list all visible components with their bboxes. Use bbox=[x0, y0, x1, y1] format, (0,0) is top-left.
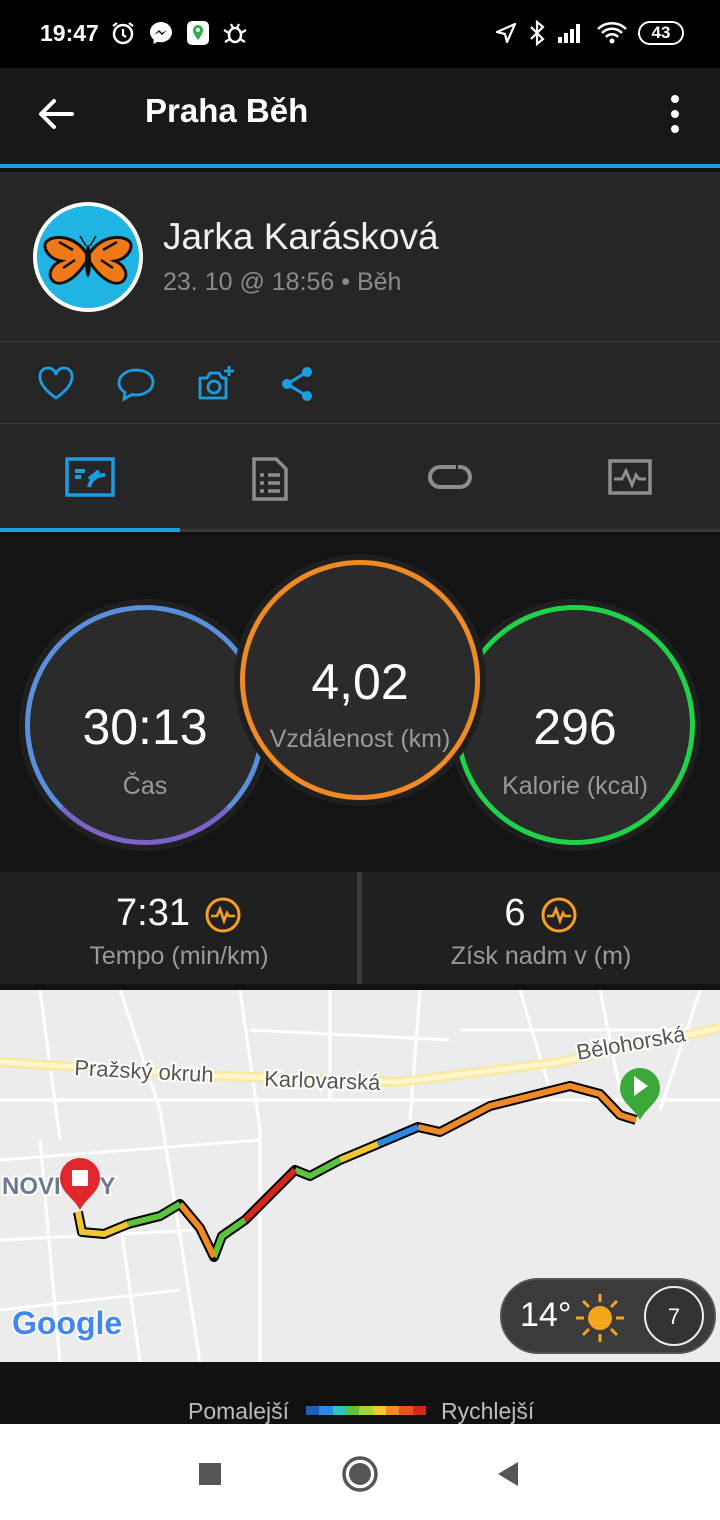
overview-icon bbox=[65, 456, 115, 497]
chart-icon bbox=[608, 458, 652, 495]
details-icon bbox=[252, 456, 288, 501]
status-bar: 19:47 43 bbox=[0, 0, 720, 68]
wifi-icon bbox=[597, 22, 627, 44]
messenger-icon bbox=[150, 22, 172, 44]
time-stat: 30:13 Čas bbox=[25, 605, 265, 845]
sun-icon bbox=[576, 1294, 624, 1342]
calories-value: 296 bbox=[533, 699, 617, 755]
heart-rate-icon bbox=[205, 897, 241, 933]
legend-color-swatch bbox=[345, 1406, 360, 1415]
temperature: 14° bbox=[520, 1296, 572, 1334]
home-icon[interactable] bbox=[340, 1454, 380, 1494]
legend-color-swatch bbox=[332, 1406, 346, 1415]
user-name: Jarka Karásková bbox=[163, 216, 439, 257]
share-icon[interactable] bbox=[277, 364, 317, 404]
legend-color-swatch bbox=[385, 1406, 400, 1415]
more-vert-icon[interactable] bbox=[660, 92, 690, 136]
stats-panel: 30:13 Čas 296 Kalorie (kcal) 4,02 Vzdále… bbox=[0, 535, 720, 872]
tab-bar bbox=[0, 424, 720, 532]
legend-slow-label: Pomalejší bbox=[188, 1398, 289, 1424]
avatar[interactable] bbox=[33, 202, 143, 312]
distance-value: 4,02 bbox=[311, 654, 409, 710]
legend-color-swatch bbox=[412, 1406, 426, 1415]
status-time: 19:47 bbox=[40, 20, 99, 46]
elevation-cell[interactable]: 6 Získ nadm v (m) bbox=[362, 872, 720, 984]
arrow-back-icon[interactable] bbox=[34, 92, 78, 136]
add-photo-icon[interactable] bbox=[196, 364, 236, 404]
google-logo: Google bbox=[12, 1305, 122, 1341]
tab-charts[interactable] bbox=[540, 424, 720, 529]
alarm-icon bbox=[112, 22, 134, 45]
tab-details[interactable] bbox=[180, 424, 360, 529]
bluetooth-icon bbox=[530, 20, 545, 46]
battery-indicator: 43 bbox=[638, 21, 684, 45]
time-value: 30:13 bbox=[82, 699, 208, 755]
legend-color-swatch bbox=[306, 1406, 320, 1415]
butterfly-icon bbox=[37, 206, 139, 308]
bug-icon bbox=[223, 23, 247, 44]
calories-label: Kalorie (kcal) bbox=[502, 772, 648, 800]
location-icon bbox=[495, 22, 517, 44]
maps-icon bbox=[187, 21, 209, 45]
distance-stat: 4,02 Vzdálenost (km) bbox=[240, 560, 480, 800]
elevation-value: 6 bbox=[504, 892, 526, 934]
app-bar: Praha Běh bbox=[0, 68, 720, 168]
route-map[interactable]: Pražský okruh Karlovarská Bělohorská NOV… bbox=[0, 990, 720, 1362]
pace-cell[interactable]: 7:31 Tempo (min/km) bbox=[0, 872, 358, 984]
calories-stat: 296 Kalorie (kcal) bbox=[455, 605, 695, 845]
back-icon[interactable] bbox=[490, 1454, 530, 1494]
activity-meta: 23. 10 @ 18:56 • Běh bbox=[163, 268, 402, 296]
weather-widget: 14° 7 bbox=[500, 1278, 716, 1354]
speed-legend: Pomalejší Rychlejší bbox=[0, 1362, 720, 1424]
legend-color-swatch bbox=[372, 1406, 386, 1415]
road-label: Karlovarská bbox=[264, 1066, 382, 1095]
summary-row: 7:31 Tempo (min/km) 6 Získ nadm v (m) bbox=[0, 872, 720, 984]
page-title: Praha Běh bbox=[145, 92, 309, 129]
speed-gradient-bar bbox=[306, 1406, 426, 1415]
activity-header: Jarka Karásková 23. 10 @ 18:56 • Běh bbox=[0, 172, 720, 342]
heart-icon[interactable] bbox=[36, 364, 76, 404]
tab-overview[interactable] bbox=[0, 424, 180, 529]
wind-speed: 7 bbox=[644, 1286, 704, 1346]
tab-laps[interactable] bbox=[360, 424, 540, 529]
legend-color-swatch bbox=[359, 1406, 373, 1415]
time-label: Čas bbox=[122, 772, 168, 800]
legend-color-swatch bbox=[399, 1406, 413, 1415]
elevation-label: Získ nadm v (m) bbox=[450, 942, 632, 970]
action-bar bbox=[0, 342, 720, 424]
system-nav-bar bbox=[0, 1424, 720, 1520]
legend-fast-label: Rychlejší bbox=[441, 1398, 535, 1424]
legend-color-swatch bbox=[319, 1406, 333, 1415]
heart-rate-icon bbox=[541, 897, 577, 933]
signal-icon bbox=[558, 24, 580, 43]
comment-icon[interactable] bbox=[116, 364, 156, 404]
pace-label: Tempo (min/km) bbox=[89, 942, 269, 970]
distance-label: Vzdálenost (km) bbox=[269, 725, 451, 753]
tab-indicator bbox=[0, 528, 180, 532]
laps-icon bbox=[428, 464, 472, 489]
recents-icon[interactable] bbox=[190, 1454, 230, 1494]
pace-value: 7:31 bbox=[116, 892, 190, 934]
